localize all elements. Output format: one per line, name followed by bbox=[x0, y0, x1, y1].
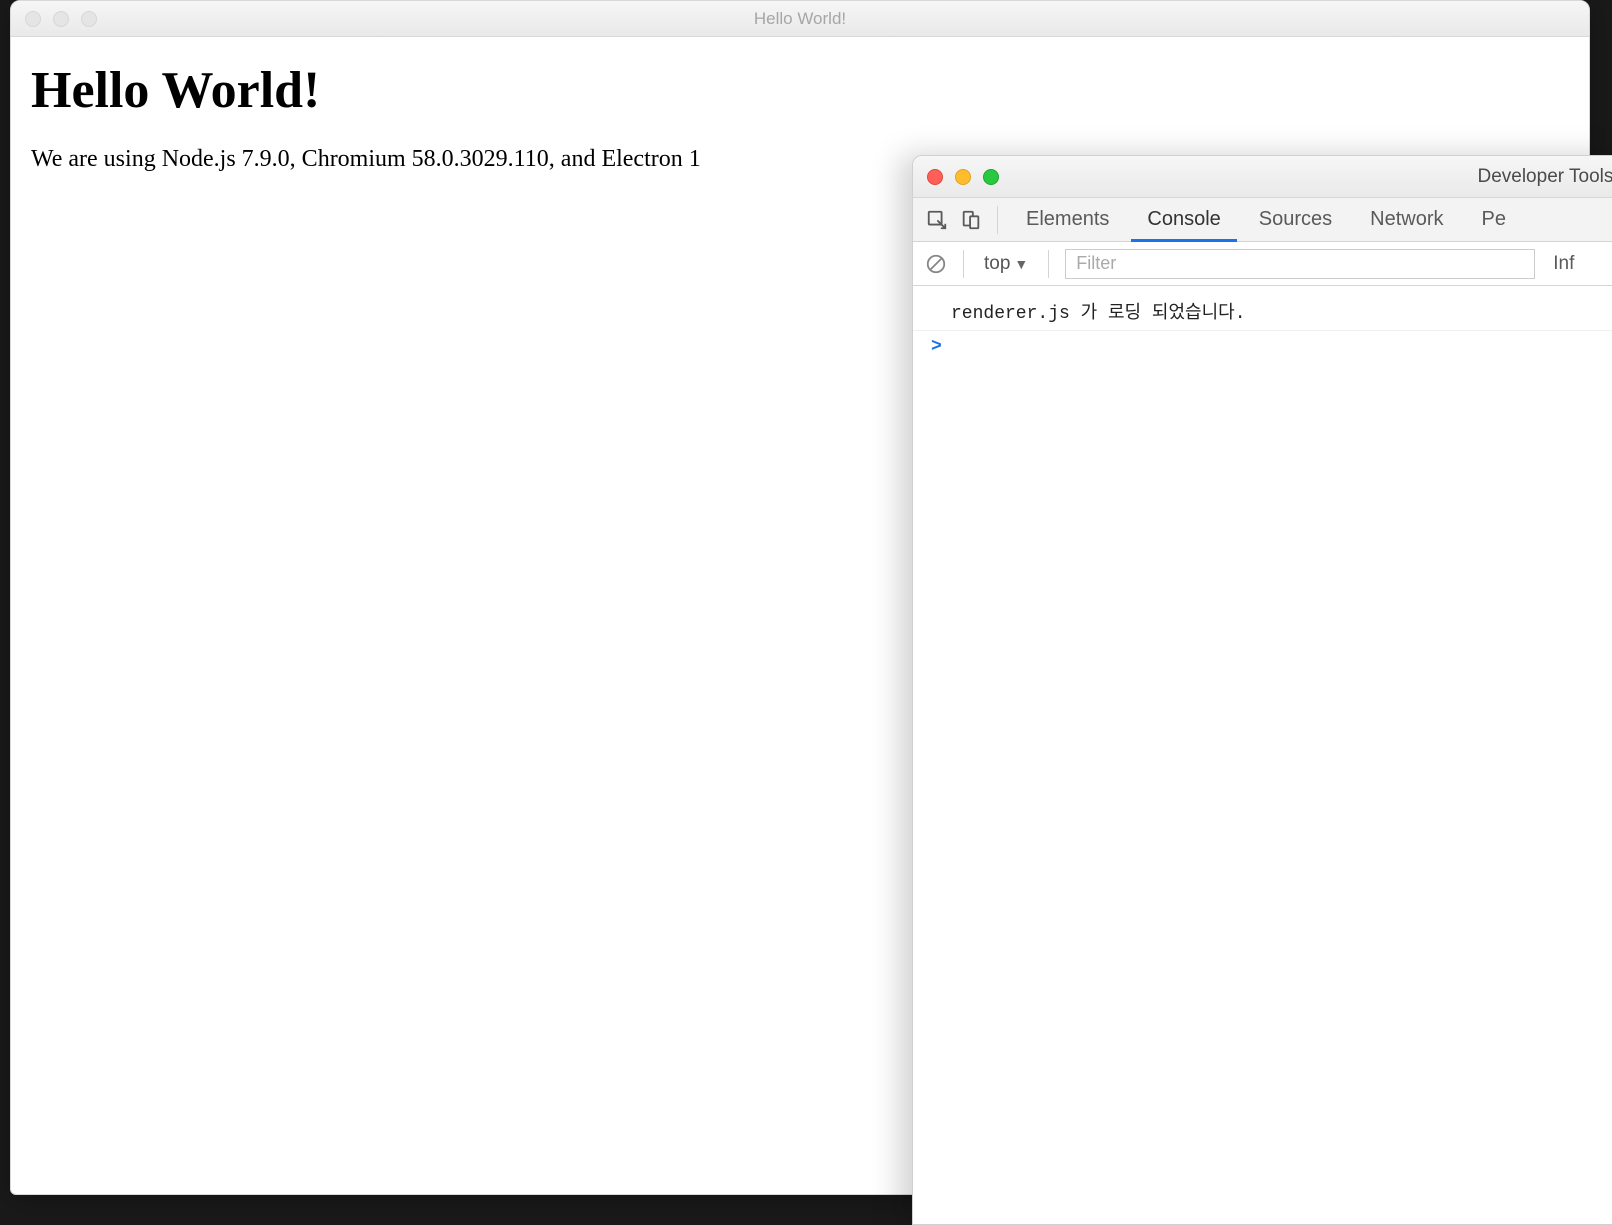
tab-network[interactable]: Network bbox=[1354, 198, 1459, 242]
filter-input[interactable] bbox=[1065, 249, 1535, 279]
divider bbox=[997, 206, 998, 234]
minimize-button[interactable] bbox=[955, 169, 971, 185]
tab-performance[interactable]: Pe bbox=[1466, 198, 1522, 242]
context-dropdown[interactable]: top ▼ bbox=[980, 253, 1032, 275]
devtools-tabs: Elements Console Sources Network Pe bbox=[913, 198, 1612, 242]
maximize-button[interactable] bbox=[81, 11, 97, 27]
chevron-down-icon: ▼ bbox=[1014, 256, 1028, 272]
divider bbox=[963, 250, 964, 278]
console-toolbar: top ▼ Inf bbox=[913, 242, 1612, 286]
tab-console[interactable]: Console bbox=[1131, 198, 1236, 242]
console-prompt[interactable]: > bbox=[913, 331, 1612, 363]
clear-console-icon[interactable] bbox=[925, 253, 947, 275]
app-titlebar[interactable]: Hello World! bbox=[11, 1, 1589, 37]
window-title: Hello World! bbox=[754, 9, 846, 29]
devtools-titlebar[interactable]: Developer Tools - bbox=[913, 156, 1612, 198]
tab-elements[interactable]: Elements bbox=[1010, 198, 1125, 242]
inspect-element-icon[interactable] bbox=[923, 206, 951, 234]
minimize-button[interactable] bbox=[53, 11, 69, 27]
console-output: renderer.js 가 로딩 되었습니다. > bbox=[913, 286, 1612, 369]
context-label: top bbox=[984, 253, 1010, 275]
console-log-line: renderer.js 가 로딩 되었습니다. bbox=[913, 292, 1612, 331]
devtools-title: Developer Tools - bbox=[1477, 166, 1612, 188]
close-button[interactable] bbox=[25, 11, 41, 27]
prompt-chevron-icon: > bbox=[931, 337, 942, 357]
tab-sources[interactable]: Sources bbox=[1243, 198, 1348, 242]
close-button[interactable] bbox=[927, 169, 943, 185]
traffic-lights bbox=[927, 169, 999, 185]
page-heading: Hello World! bbox=[31, 61, 1569, 120]
log-level-label[interactable]: Inf bbox=[1553, 253, 1574, 275]
maximize-button[interactable] bbox=[983, 169, 999, 185]
devtools-window: Developer Tools - Elements Console Sourc… bbox=[912, 155, 1612, 1225]
divider bbox=[1048, 250, 1049, 278]
device-toggle-icon[interactable] bbox=[957, 206, 985, 234]
traffic-lights bbox=[25, 11, 97, 27]
